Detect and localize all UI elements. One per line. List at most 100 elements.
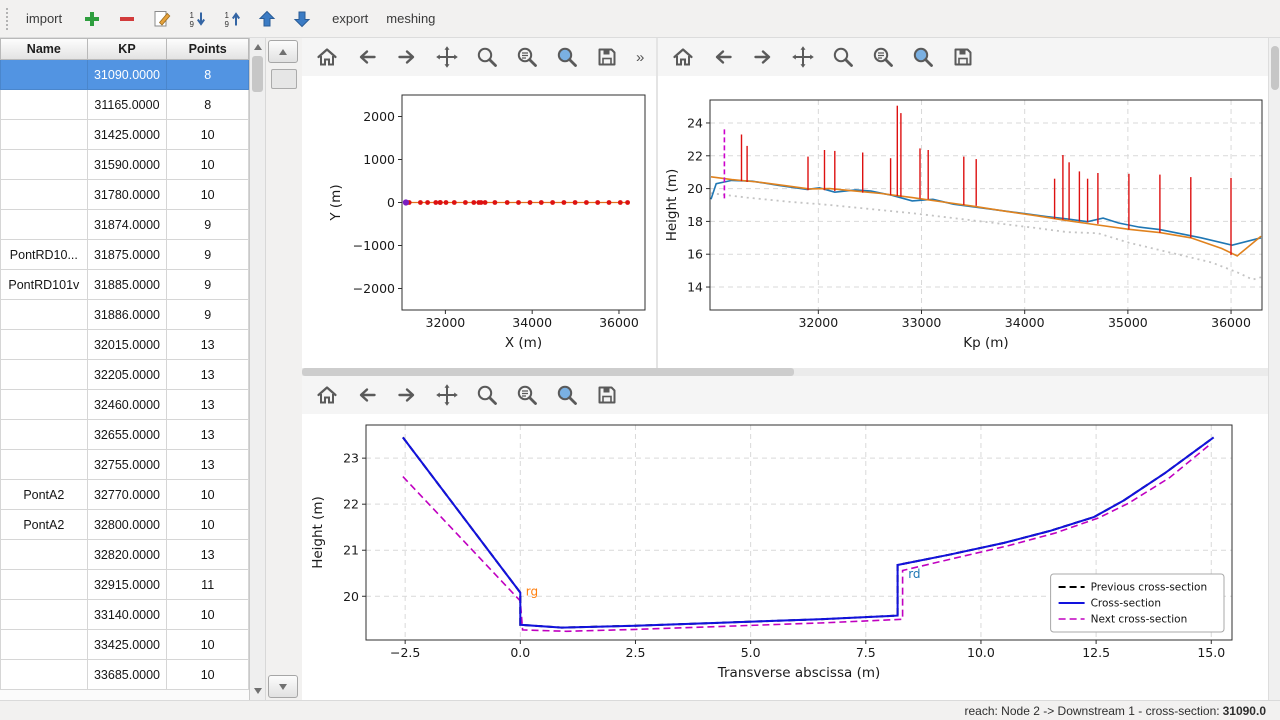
figures-horizontal-scrollbar-thumb[interactable] <box>302 368 794 376</box>
table-row[interactable]: 32015.000013 <box>0 330 249 360</box>
section-down-button[interactable] <box>268 675 298 698</box>
home-icon[interactable] <box>314 382 340 408</box>
table-row[interactable]: 31886.00009 <box>0 300 249 330</box>
table-row[interactable]: PontA232770.000010 <box>0 480 249 510</box>
figures-horizontal-scrollbar[interactable] <box>302 368 1268 376</box>
table-row[interactable]: 32655.000013 <box>0 420 249 450</box>
remove-icon[interactable] <box>114 6 140 32</box>
section-marker[interactable] <box>463 200 468 205</box>
table-row[interactable]: PontRD10...31875.00009 <box>0 240 249 270</box>
table-row[interactable]: 31425.000010 <box>0 120 249 150</box>
toolbar-overflow-button[interactable]: » <box>636 49 644 66</box>
table-row[interactable]: 33685.000010 <box>0 660 249 690</box>
top-figures-row: » 320003400036000200010000−1000−2000X (m… <box>302 38 1268 368</box>
header-kp[interactable]: KP <box>88 38 168 60</box>
window-vertical-scrollbar[interactable] <box>1268 38 1280 700</box>
menu-export[interactable]: export <box>323 6 377 31</box>
long-profile-chart[interactable]: 3200033000340003500036000141618202224Kp … <box>658 76 1268 368</box>
section-marker[interactable] <box>516 200 521 205</box>
table-row[interactable]: 31590.000010 <box>0 150 249 180</box>
back-icon[interactable] <box>354 382 380 408</box>
scroll-down-icon[interactable] <box>250 684 265 698</box>
table-row[interactable]: 32205.000013 <box>0 360 249 390</box>
customize-icon[interactable] <box>554 44 580 70</box>
save-icon[interactable] <box>594 382 620 408</box>
menu-meshing[interactable]: meshing <box>377 6 444 31</box>
forward-icon[interactable] <box>394 382 420 408</box>
scroll-up-icon[interactable] <box>250 40 265 54</box>
section-marker[interactable] <box>425 200 430 205</box>
zoom-icon[interactable] <box>830 44 856 70</box>
section-marker[interactable] <box>573 200 578 205</box>
table-scrollbar[interactable] <box>250 38 266 700</box>
section-marker[interactable] <box>418 200 423 205</box>
section-marker[interactable] <box>550 200 555 205</box>
section-marker[interactable] <box>483 200 488 205</box>
move-up-icon[interactable] <box>254 6 280 32</box>
toolbar-grip[interactable] <box>6 8 13 30</box>
table-row[interactable]: 33140.000010 <box>0 600 249 630</box>
table-row[interactable]: 32820.000013 <box>0 540 249 570</box>
section-marker[interactable] <box>505 200 510 205</box>
table-row[interactable]: 33425.000010 <box>0 630 249 660</box>
save-icon[interactable] <box>594 44 620 70</box>
table-row[interactable]: 32460.000013 <box>0 390 249 420</box>
edit-icon[interactable] <box>149 6 175 32</box>
section-marker[interactable] <box>607 200 612 205</box>
home-icon[interactable] <box>314 44 340 70</box>
section-marker[interactable] <box>471 200 476 205</box>
subplots-icon[interactable] <box>514 382 540 408</box>
pan-icon[interactable] <box>434 44 460 70</box>
customize-icon[interactable] <box>554 382 580 408</box>
plan-chart[interactable]: 320003400036000200010000−1000−2000X (m)Y… <box>302 76 656 368</box>
section-up-button[interactable] <box>268 40 298 63</box>
table-row[interactable]: 31090.00008 <box>0 60 249 90</box>
section-marker[interactable] <box>433 200 438 205</box>
selected-section-marker[interactable] <box>403 199 409 205</box>
sort-desc-icon[interactable]: 19 <box>184 6 210 32</box>
section-marker[interactable] <box>452 200 457 205</box>
window-vertical-scrollbar-thumb[interactable] <box>1271 46 1279 90</box>
section-marker[interactable] <box>595 200 600 205</box>
section-marker[interactable] <box>618 200 623 205</box>
table-row[interactable]: PontA232800.000010 <box>0 510 249 540</box>
section-marker[interactable] <box>444 200 449 205</box>
back-icon[interactable] <box>710 44 736 70</box>
section-scrollbar-thumb[interactable] <box>271 69 297 89</box>
section-marker[interactable] <box>562 200 567 205</box>
table-row[interactable]: 31165.00008 <box>0 90 249 120</box>
zoom-icon[interactable] <box>474 382 500 408</box>
pan-icon[interactable] <box>434 382 460 408</box>
cross-section-chart[interactable]: rgrd−2.50.02.55.07.510.012.515.020212223… <box>302 414 1268 700</box>
section-marker[interactable] <box>493 200 498 205</box>
section-marker[interactable] <box>438 200 443 205</box>
section-marker[interactable] <box>539 200 544 205</box>
header-name[interactable]: Name <box>0 38 88 60</box>
forward-icon[interactable] <box>394 44 420 70</box>
table-scrollbar-thumb[interactable] <box>252 56 263 92</box>
zoom-icon[interactable] <box>474 44 500 70</box>
subplots-icon[interactable] <box>514 44 540 70</box>
section-marker[interactable] <box>479 200 484 205</box>
table-row[interactable]: 32915.000011 <box>0 570 249 600</box>
forward-icon[interactable] <box>750 44 776 70</box>
move-down-icon[interactable] <box>289 6 315 32</box>
section-marker[interactable] <box>625 200 630 205</box>
save-icon[interactable] <box>950 44 976 70</box>
sort-asc-icon[interactable]: 19 <box>219 6 245 32</box>
table-row[interactable]: 31874.00009 <box>0 210 249 240</box>
table-row[interactable]: PontRD101v31885.00009 <box>0 270 249 300</box>
table-row[interactable]: 32755.000013 <box>0 450 249 480</box>
subplots-icon[interactable] <box>870 44 896 70</box>
section-marker[interactable] <box>584 200 589 205</box>
customize-icon[interactable] <box>910 44 936 70</box>
add-icon[interactable] <box>79 6 105 32</box>
menu-import[interactable]: import <box>17 6 71 31</box>
section-marker[interactable] <box>528 200 533 205</box>
header-points[interactable]: Points <box>167 38 249 60</box>
table-row[interactable]: 31780.000010 <box>0 180 249 210</box>
pan-icon[interactable] <box>790 44 816 70</box>
back-icon[interactable] <box>354 44 380 70</box>
svg-text:Cross-section: Cross-section <box>1091 598 1161 610</box>
home-icon[interactable] <box>670 44 696 70</box>
